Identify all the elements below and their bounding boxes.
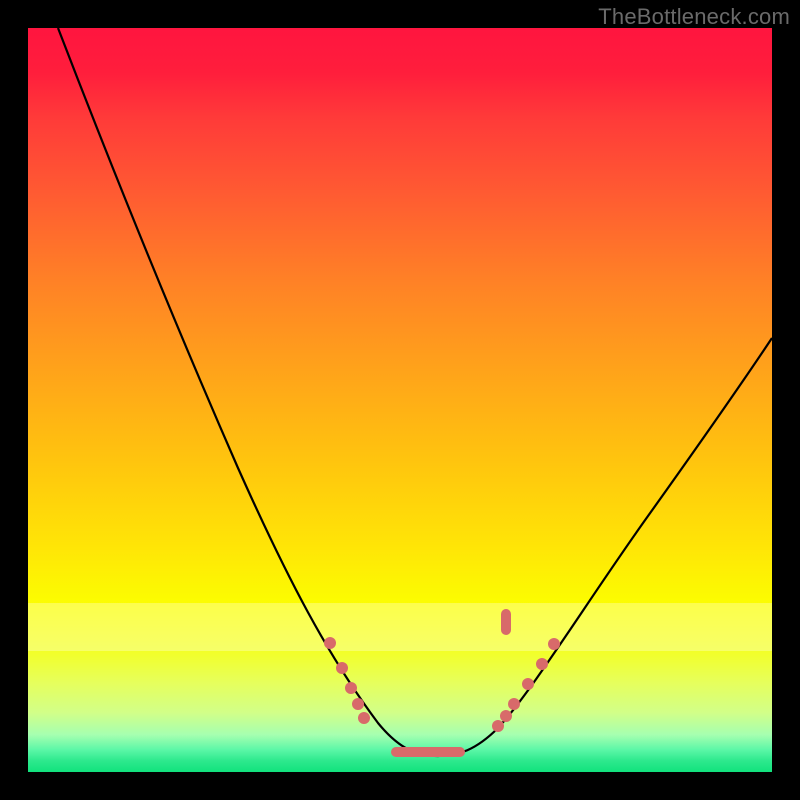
marker-dot: [500, 710, 512, 722]
marker-dot: [548, 638, 560, 650]
marker-dot: [324, 637, 336, 649]
marker-dot: [536, 658, 548, 670]
bottleneck-curve: [58, 28, 772, 756]
marker-dot: [492, 720, 504, 732]
marker-dot: [336, 662, 348, 674]
attribution-text: TheBottleneck.com: [598, 4, 790, 30]
outer-black-frame: TheBottleneck.com: [0, 0, 800, 800]
marker-dot: [352, 698, 364, 710]
marker-dot: [358, 712, 370, 724]
marker-dot: [522, 678, 534, 690]
marker-dot: [345, 682, 357, 694]
chart-svg: [28, 28, 772, 772]
marker-dot: [508, 698, 520, 710]
plot-area: [28, 28, 772, 772]
